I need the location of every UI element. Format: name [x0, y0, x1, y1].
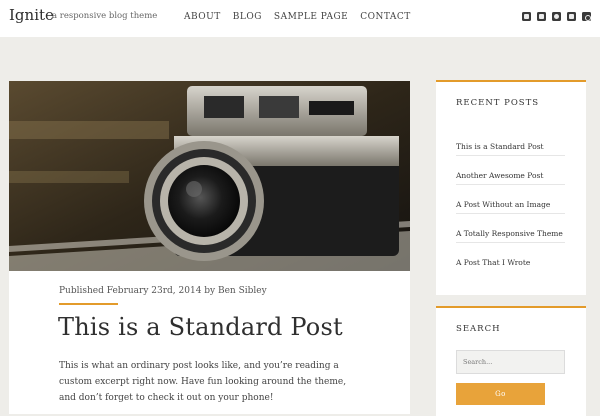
list-item: A Post That I Wrote	[456, 243, 565, 272]
recent-posts-widget: RECENT POSTS This is a Standard Post Ano…	[436, 80, 586, 295]
main-nav: ABOUT BLOG SAMPLE PAGE CONTACT	[184, 12, 411, 22]
recent-post-link[interactable]: A Totally Responsive Theme	[456, 229, 563, 238]
instagram-icon[interactable]	[582, 12, 591, 21]
recent-posts-list: This is a Standard Post Another Awesome …	[456, 127, 565, 272]
post-meta: Published February 23rd, 2014 by Ben Sib…	[59, 286, 267, 296]
post-featured-image[interactable]	[9, 81, 410, 271]
list-item: Another Awesome Post	[456, 156, 565, 185]
list-item: A Totally Responsive Theme	[456, 214, 565, 243]
post-card: Published February 23rd, 2014 by Ben Sib…	[9, 81, 410, 414]
facebook-icon[interactable]	[537, 12, 546, 21]
social-links	[522, 12, 591, 21]
accent-divider	[59, 303, 118, 305]
nav-item-contact[interactable]: CONTACT	[360, 12, 411, 22]
site-tagline: a responsive blog theme	[52, 11, 158, 21]
nav-item-about[interactable]: ABOUT	[184, 12, 221, 22]
pinterest-icon[interactable]	[552, 12, 561, 21]
post-excerpt: This is what an ordinary post looks like…	[59, 361, 347, 403]
post-title[interactable]: This is a Standard Post	[58, 313, 343, 341]
twitter-icon[interactable]	[522, 12, 531, 21]
recent-post-link[interactable]: Another Awesome Post	[456, 171, 543, 180]
nav-item-sample-page[interactable]: SAMPLE PAGE	[274, 12, 348, 22]
site-header: Ignite a responsive blog theme ABOUT BLO…	[0, 0, 600, 37]
search-input[interactable]	[456, 350, 565, 374]
search-button[interactable]: Go	[456, 383, 545, 405]
widget-title: RECENT POSTS	[456, 98, 540, 108]
list-item: A Post Without an Image	[456, 185, 565, 214]
recent-post-link[interactable]: This is a Standard Post	[456, 142, 544, 151]
recent-post-link[interactable]: A Post Without an Image	[456, 200, 550, 209]
site-title[interactable]: Ignite	[9, 6, 54, 24]
nav-item-blog[interactable]: BLOG	[233, 12, 262, 22]
rss-icon[interactable]	[567, 12, 576, 21]
list-item: This is a Standard Post	[456, 127, 565, 156]
widget-title: SEARCH	[456, 324, 501, 334]
search-widget: SEARCH Go	[436, 306, 586, 416]
recent-post-link[interactable]: A Post That I Wrote	[456, 258, 530, 267]
